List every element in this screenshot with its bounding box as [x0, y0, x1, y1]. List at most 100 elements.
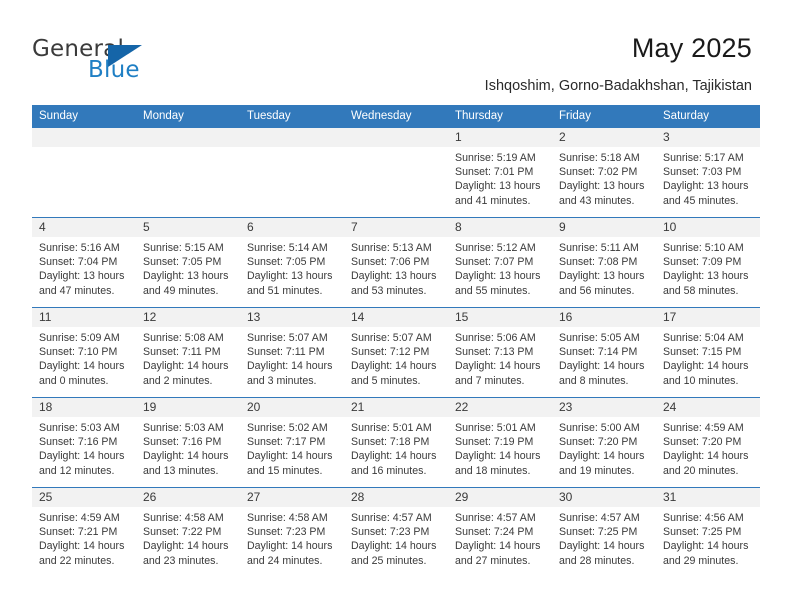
weekday-header-wednesday: Wednesday [344, 105, 448, 128]
day-details: Sunrise: 5:05 AM Sunset: 7:14 PM Daylight:… [552, 327, 656, 388]
sunrise-text: Sunrise: 4:57 AM [455, 512, 536, 524]
calendar-day-cell[interactable]: 31 Sunrise: 4:56 AM Sunset: 7:25 PM Dayligh… [656, 487, 760, 577]
calendar-day-cell[interactable]: 19 Sunrise: 5:03 AM Sunset: 7:16 PM Dayligh… [136, 397, 240, 488]
calendar-day-cell[interactable]: 7 Sunrise: 5:13 AM Sunset: 7:06 PM Daylight… [344, 217, 448, 308]
sunset-text: Sunset: 7:15 PM [663, 346, 742, 359]
daylight-text: Daylight: 14 hours and 7 minutes. [455, 360, 541, 387]
day-details: Sunrise: 5:06 AM Sunset: 7:13 PM Daylight:… [448, 327, 552, 388]
sunset-text: Sunset: 7:24 PM [455, 526, 534, 539]
day-number: 7 [344, 218, 448, 237]
calendar-day-cell[interactable]: 18 Sunrise: 5:03 AM Sunset: 7:16 PM Dayligh… [32, 397, 136, 488]
day-number: 11 [32, 308, 136, 327]
calendar-day-cell[interactable]: 30 Sunrise: 4:57 AM Sunset: 7:25 PM Dayligh… [552, 487, 656, 577]
calendar-day-cell[interactable]: 5 Sunrise: 5:15 AM Sunset: 7:05 PM Daylight… [136, 217, 240, 308]
page-title: May 2025 [631, 33, 752, 63]
day-details: Sunrise: 5:16 AM Sunset: 7:04 PM Daylight:… [32, 237, 136, 298]
calendar-day-cell[interactable]: 1 Sunrise: 5:19 AM Sunset: 7:01 PM Daylight… [448, 127, 552, 218]
calendar-day-cell-empty [344, 127, 448, 218]
calendar-day-cell-empty [240, 127, 344, 218]
calendar-week-row: 1 Sunrise: 5:19 AM Sunset: 7:01 PM Daylight… [32, 127, 760, 218]
day-details: Sunrise: 4:57 AM Sunset: 7:25 PM Daylight:… [552, 507, 656, 568]
sunset-text: Sunset: 7:25 PM [663, 526, 742, 539]
daylight-text: Daylight: 14 hours and 22 minutes. [39, 540, 125, 567]
sunset-text: Sunset: 7:21 PM [39, 526, 118, 539]
calendar-day-cell[interactable]: 27 Sunrise: 4:58 AM Sunset: 7:23 PM Dayligh… [240, 487, 344, 577]
day-number: 2 [552, 128, 656, 147]
daylight-text: Daylight: 14 hours and 20 minutes. [663, 450, 749, 477]
daylight-text: Daylight: 14 hours and 12 minutes. [39, 450, 125, 477]
daylight-text: Daylight: 13 hours and 41 minutes. [455, 180, 541, 207]
sunset-text: Sunset: 7:20 PM [559, 436, 638, 449]
calendar-page: General Blue May 2025 Ishqoshim, Gorno-B… [0, 0, 792, 612]
day-number: 15 [448, 308, 552, 327]
calendar-day-cell[interactable]: 22 Sunrise: 5:01 AM Sunset: 7:19 PM Dayligh… [448, 397, 552, 488]
daylight-text: Daylight: 14 hours and 24 minutes. [247, 540, 333, 567]
calendar-week-row: 25 Sunrise: 4:59 AM Sunset: 7:21 PM Dayligh… [32, 487, 760, 577]
calendar-day-cell[interactable]: 24 Sunrise: 4:59 AM Sunset: 7:20 PM Dayligh… [656, 397, 760, 488]
calendar-week-row: 18 Sunrise: 5:03 AM Sunset: 7:16 PM Dayligh… [32, 397, 760, 488]
sunrise-text: Sunrise: 4:56 AM [663, 512, 744, 524]
sunrise-text: Sunrise: 5:17 AM [663, 152, 744, 164]
day-details: Sunrise: 5:18 AM Sunset: 7:02 PM Daylight:… [552, 147, 656, 208]
calendar-day-cell[interactable]: 26 Sunrise: 4:58 AM Sunset: 7:22 PM Dayligh… [136, 487, 240, 577]
day-details: Sunrise: 5:02 AM Sunset: 7:17 PM Daylight:… [240, 417, 344, 478]
calendar-day-cell[interactable]: 12 Sunrise: 5:08 AM Sunset: 7:11 PM Dayligh… [136, 307, 240, 398]
day-details: Sunrise: 4:56 AM Sunset: 7:25 PM Daylight:… [656, 507, 760, 568]
day-number: 19 [136, 398, 240, 417]
calendar-day-cell[interactable]: 9 Sunrise: 5:11 AM Sunset: 7:08 PM Daylight… [552, 217, 656, 308]
daylight-text: Daylight: 14 hours and 15 minutes. [247, 450, 333, 477]
calendar-day-cell[interactable]: 14 Sunrise: 5:07 AM Sunset: 7:12 PM Dayligh… [344, 307, 448, 398]
calendar-day-cell[interactable]: 16 Sunrise: 5:05 AM Sunset: 7:14 PM Dayligh… [552, 307, 656, 398]
sunrise-text: Sunrise: 5:00 AM [559, 422, 640, 434]
calendar-day-cell[interactable]: 21 Sunrise: 5:01 AM Sunset: 7:18 PM Dayligh… [344, 397, 448, 488]
sunrise-text: Sunrise: 5:13 AM [351, 242, 432, 254]
calendar-day-cell[interactable]: 15 Sunrise: 5:06 AM Sunset: 7:13 PM Dayligh… [448, 307, 552, 398]
sunrise-text: Sunrise: 5:16 AM [39, 242, 120, 254]
calendar-day-cell[interactable]: 23 Sunrise: 5:00 AM Sunset: 7:20 PM Dayligh… [552, 397, 656, 488]
sunset-text: Sunset: 7:05 PM [247, 256, 326, 269]
day-number: 1 [448, 128, 552, 147]
calendar-day-cell[interactable]: 3 Sunrise: 5:17 AM Sunset: 7:03 PM Daylight… [656, 127, 760, 218]
sunset-text: Sunset: 7:07 PM [455, 256, 534, 269]
sunrise-text: Sunrise: 5:05 AM [559, 332, 640, 344]
day-number: 18 [32, 398, 136, 417]
sunrise-text: Sunrise: 5:11 AM [559, 242, 639, 254]
calendar-day-cell[interactable]: 13 Sunrise: 5:07 AM Sunset: 7:11 PM Dayligh… [240, 307, 344, 398]
daylight-text: Daylight: 14 hours and 19 minutes. [559, 450, 645, 477]
sunset-text: Sunset: 7:23 PM [351, 526, 430, 539]
sunrise-text: Sunrise: 4:58 AM [247, 512, 328, 524]
calendar-day-cell[interactable]: 17 Sunrise: 5:04 AM Sunset: 7:15 PM Dayligh… [656, 307, 760, 398]
general-blue-logo[interactable]: General Blue [32, 36, 212, 86]
day-details: Sunrise: 5:11 AM Sunset: 7:08 PM Daylight:… [552, 237, 656, 298]
calendar-day-cell[interactable]: 8 Sunrise: 5:12 AM Sunset: 7:07 PM Daylight… [448, 217, 552, 308]
day-details: Sunrise: 5:14 AM Sunset: 7:05 PM Daylight:… [240, 237, 344, 298]
sunrise-text: Sunrise: 5:18 AM [559, 152, 640, 164]
day-details: Sunrise: 5:19 AM Sunset: 7:01 PM Daylight:… [448, 147, 552, 208]
sunrise-text: Sunrise: 5:01 AM [455, 422, 536, 434]
calendar-week-row: 11 Sunrise: 5:09 AM Sunset: 7:10 PM Dayligh… [32, 307, 760, 398]
day-number: 29 [448, 488, 552, 507]
calendar-day-cell[interactable]: 25 Sunrise: 4:59 AM Sunset: 7:21 PM Dayligh… [32, 487, 136, 577]
day-number: 28 [344, 488, 448, 507]
calendar-day-cell[interactable]: 2 Sunrise: 5:18 AM Sunset: 7:02 PM Daylight… [552, 127, 656, 218]
calendar-day-cell[interactable]: 29 Sunrise: 4:57 AM Sunset: 7:24 PM Dayligh… [448, 487, 552, 577]
day-number: 21 [344, 398, 448, 417]
day-details: Sunrise: 5:10 AM Sunset: 7:09 PM Daylight:… [656, 237, 760, 298]
sunset-text: Sunset: 7:22 PM [143, 526, 222, 539]
calendar-day-cell[interactable]: 11 Sunrise: 5:09 AM Sunset: 7:10 PM Dayligh… [32, 307, 136, 398]
sunrise-text: Sunrise: 5:03 AM [39, 422, 120, 434]
daylight-text: Daylight: 13 hours and 53 minutes. [351, 270, 437, 297]
daylight-text: Daylight: 14 hours and 2 minutes. [143, 360, 229, 387]
daylight-text: Daylight: 14 hours and 10 minutes. [663, 360, 749, 387]
day-number: 30 [552, 488, 656, 507]
day-number: 17 [656, 308, 760, 327]
daylight-text: Daylight: 13 hours and 58 minutes. [663, 270, 749, 297]
daylight-text: Daylight: 13 hours and 47 minutes. [39, 270, 125, 297]
calendar-day-cell[interactable]: 6 Sunrise: 5:14 AM Sunset: 7:05 PM Daylight… [240, 217, 344, 308]
calendar-day-cell[interactable]: 20 Sunrise: 5:02 AM Sunset: 7:17 PM Dayligh… [240, 397, 344, 488]
sunset-text: Sunset: 7:10 PM [39, 346, 118, 359]
calendar-day-cell[interactable]: 10 Sunrise: 5:10 AM Sunset: 7:09 PM Dayligh… [656, 217, 760, 308]
calendar-day-cell[interactable]: 28 Sunrise: 4:57 AM Sunset: 7:23 PM Dayligh… [344, 487, 448, 577]
calendar-day-cell[interactable]: 4 Sunrise: 5:16 AM Sunset: 7:04 PM Daylight… [32, 217, 136, 308]
sunrise-text: Sunrise: 5:14 AM [247, 242, 328, 254]
